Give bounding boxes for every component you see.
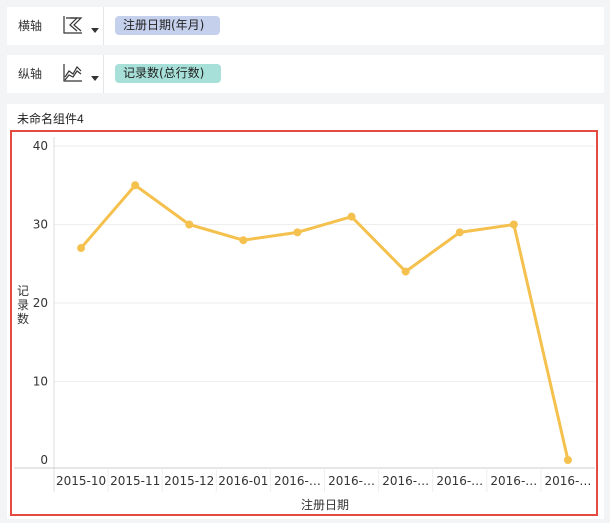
- x-tick-label: 2016-…: [274, 474, 321, 488]
- x-tick-label: 2015-10: [56, 474, 106, 488]
- y-tick-label: 0: [40, 453, 48, 467]
- y-tick-label: 20: [33, 296, 48, 310]
- x-tick-label: 2016-…: [436, 474, 483, 488]
- data-point: [239, 236, 248, 245]
- x-tick-label: 2016-…: [328, 474, 375, 488]
- data-point: [347, 212, 356, 221]
- data-point: [293, 228, 302, 237]
- x-axis-title: 注册日期: [300, 498, 349, 512]
- data-point: [185, 220, 194, 229]
- x-tick-label: 2015-12: [164, 474, 214, 488]
- data-point: [131, 181, 140, 190]
- y-axis-title: 记录数: [16, 284, 29, 326]
- data-point: [77, 244, 86, 253]
- x-tick-label: 2016-…: [382, 474, 429, 488]
- x-tick-label: 2016-…: [545, 474, 592, 488]
- line-chart: 0 10 20 30 40 2015-10 2015-11 2015-12 2016-01 201…: [14, 137, 595, 492]
- x-tick-label: 2015-11: [110, 474, 160, 488]
- data-point: [509, 220, 518, 229]
- x-tick-label: 2016-01: [218, 474, 268, 488]
- data-point: [563, 456, 572, 464]
- series-line: [79, 183, 570, 461]
- data-point: [401, 267, 410, 276]
- y-tick-label: 30: [33, 218, 48, 232]
- x-tick-label: 2016-…: [490, 474, 537, 488]
- y-tick-label: 40: [33, 139, 48, 153]
- y-tick-label: 10: [33, 375, 48, 389]
- data-point: [455, 228, 464, 237]
